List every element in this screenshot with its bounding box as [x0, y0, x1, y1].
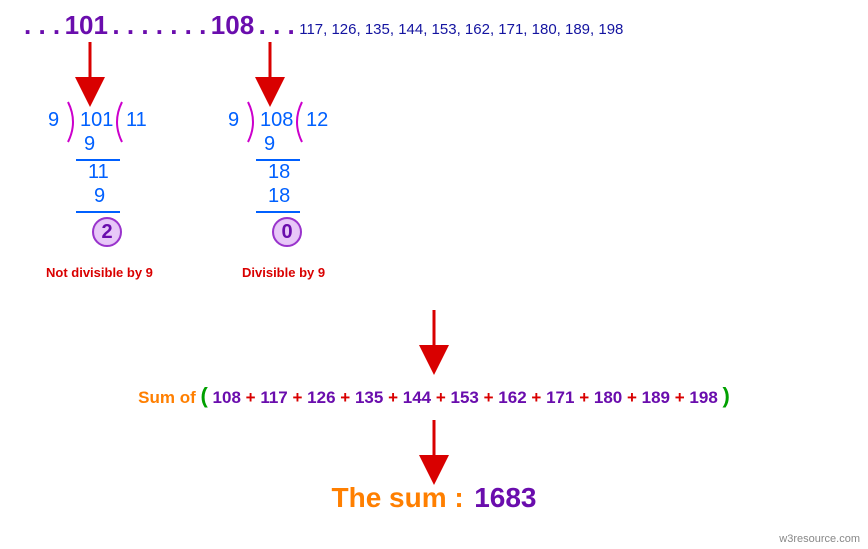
plus-icon: + [293, 388, 303, 407]
sum-terms: 108 + 117 + 126 + 135 + 144 + 153 + 162 … [213, 388, 723, 407]
div-b-step2-sub: 18 [268, 185, 290, 208]
div-b-remainder: 0 [272, 217, 302, 247]
plus-icon: + [246, 388, 256, 407]
sum-label: Sum of [138, 388, 196, 407]
div-b-verdict: Divisible by 9 [242, 265, 380, 280]
sum-term: 144 [403, 388, 431, 407]
plus-icon: + [388, 388, 398, 407]
div-b-step1-sub: 9 [264, 133, 275, 156]
div-a-step2-sub: 9 [94, 185, 105, 208]
sum-term: 198 [689, 388, 717, 407]
plus-icon: + [340, 388, 350, 407]
sum-term: 108 [213, 388, 241, 407]
div-a-step1-sub: 9 [84, 133, 95, 156]
sum-term: 162 [498, 388, 526, 407]
paren-open: ( [200, 383, 207, 408]
paren-close: ) [723, 383, 730, 408]
plus-icon: + [627, 388, 637, 407]
plus-icon: + [531, 388, 541, 407]
sum-term: 171 [546, 388, 574, 407]
div-a-divisor: 9 [48, 109, 59, 132]
div-a-step2-val: 11 [88, 161, 109, 184]
plus-icon: + [436, 388, 446, 407]
plus-icon: + [675, 388, 685, 407]
sum-term: 189 [642, 388, 670, 407]
sum-term: 126 [307, 388, 335, 407]
div-b-divisor: 9 [228, 109, 239, 132]
div-a-remainder: 2 [92, 217, 122, 247]
sum-term: 135 [355, 388, 383, 407]
result-label: The sum : [332, 482, 464, 513]
div-b-step2-val: 18 [268, 161, 290, 184]
div-b-quotient: 12 [306, 109, 328, 132]
credit: w3resource.com [779, 533, 860, 545]
div-b-dividend: 108 [260, 109, 293, 132]
plus-icon: + [484, 388, 494, 407]
sum-term: 153 [451, 388, 479, 407]
div-a-verdict: Not divisible by 9 [46, 265, 200, 280]
div-a-dividend: 101 [80, 109, 113, 132]
sum-term: 180 [594, 388, 622, 407]
result-value: 1683 [474, 482, 536, 513]
plus-icon: + [579, 388, 589, 407]
div-a-quotient: 11 [126, 109, 147, 132]
sum-term: 117 [260, 388, 287, 407]
